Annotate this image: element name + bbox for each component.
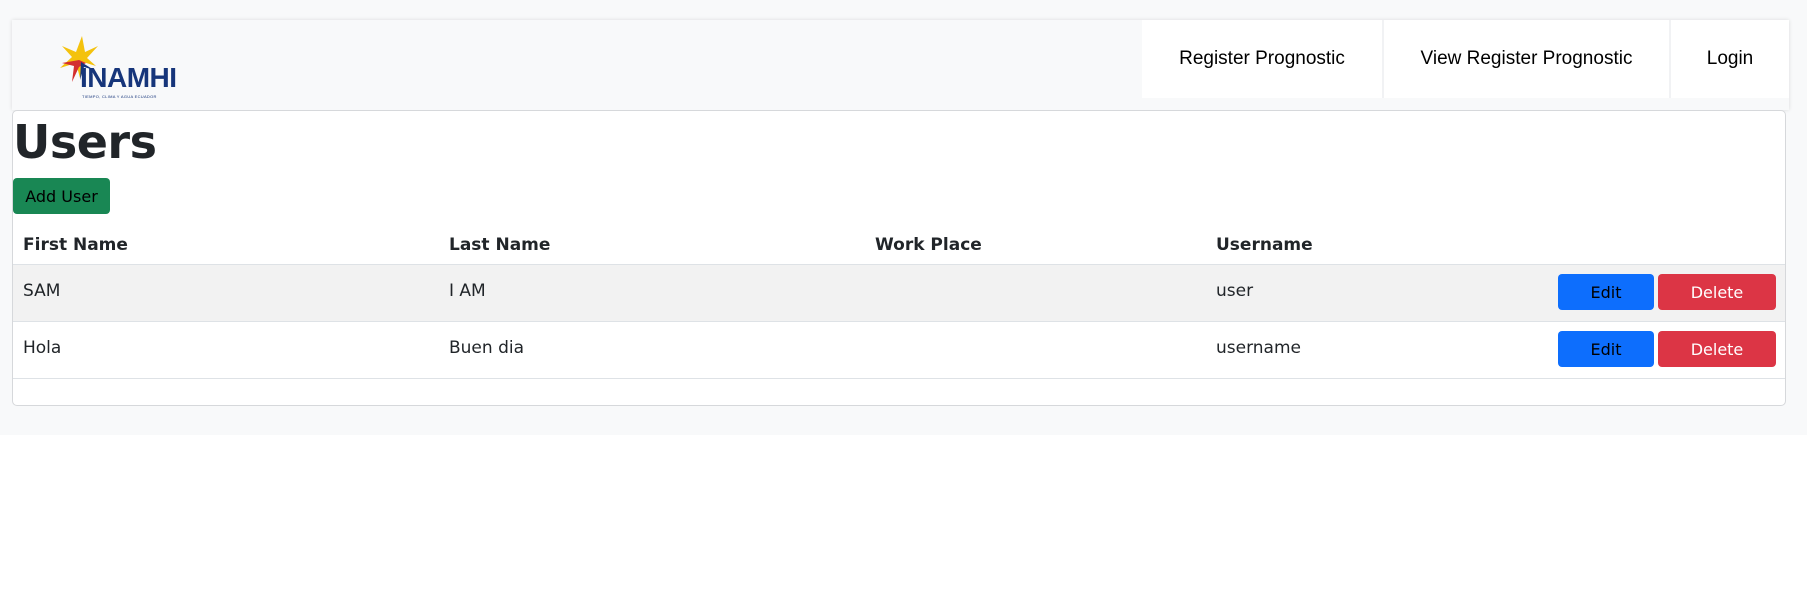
cell-first-name: Hola: [23, 338, 62, 358]
table-row: Hola Buen dia username Edit Delete: [13, 322, 1785, 379]
delete-button[interactable]: Delete: [1658, 331, 1776, 367]
edit-button[interactable]: Edit: [1558, 331, 1654, 367]
cell-last-name: Buen dia: [449, 338, 525, 358]
column-header-username: Username: [1216, 235, 1313, 255]
cell-username: user: [1216, 281, 1254, 301]
delete-button[interactable]: Delete: [1658, 274, 1776, 310]
edit-button[interactable]: Edit: [1558, 274, 1654, 310]
inamhi-logo[interactable]: INAMHI TIEMPO, CLIMA Y AGUA ECUADOR: [46, 36, 177, 99]
cell-last-name: I AM: [449, 281, 486, 301]
logo-text: INAMHI: [80, 62, 177, 93]
users-card: Users Add User First Name Last Name Work…: [12, 110, 1786, 406]
cell-username: username: [1216, 338, 1301, 358]
column-header-first-name: First Name: [23, 235, 128, 255]
add-user-button[interactable]: Add User: [13, 178, 110, 214]
nav-links: Register Prognostic View Register Progno…: [1142, 20, 1789, 98]
column-header-last-name: Last Name: [449, 235, 551, 255]
nav-login[interactable]: Login: [1671, 20, 1789, 98]
navbar: INAMHI TIEMPO, CLIMA Y AGUA ECUADOR Regi…: [12, 20, 1789, 110]
cell-first-name: SAM: [23, 281, 61, 301]
users-table: First Name Last Name Work Place Username…: [13, 228, 1785, 379]
nav-register-prognostic[interactable]: Register Prognostic: [1142, 20, 1384, 98]
column-header-work-place: Work Place: [875, 235, 982, 255]
logo-subtitle: TIEMPO, CLIMA Y AGUA ECUADOR: [82, 94, 157, 99]
page-title: Users: [13, 115, 157, 169]
table-header: First Name Last Name Work Place Username: [13, 228, 1785, 265]
table-row: SAM I AM user Edit Delete: [13, 265, 1785, 322]
nav-view-register-prognostic[interactable]: View Register Prognostic: [1384, 20, 1671, 98]
